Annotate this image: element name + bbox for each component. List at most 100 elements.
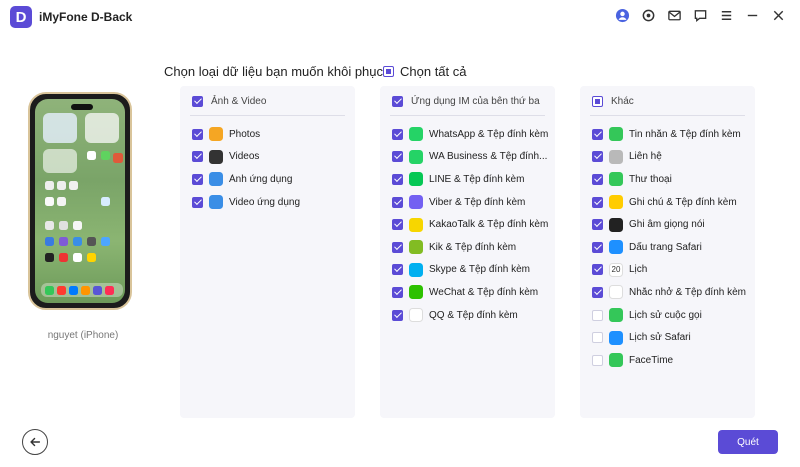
scan-button[interactable]: Quét [718, 430, 778, 454]
item-checkbox[interactable] [592, 219, 603, 231]
list-item[interactable]: LINE & Tệp đính kèm [392, 168, 551, 191]
voicemail-icon [609, 172, 623, 187]
mail-icon[interactable] [667, 8, 682, 23]
item-checkbox[interactable] [592, 309, 603, 321]
wa-business-icon [409, 149, 423, 164]
list-item[interactable]: Liên hệ [592, 146, 751, 169]
panel-checkbox[interactable] [592, 96, 603, 107]
item-checkbox[interactable] [392, 151, 403, 163]
item-checkbox[interactable] [592, 128, 603, 140]
account-icon[interactable] [615, 8, 630, 23]
item-checkbox[interactable] [392, 196, 403, 208]
list-item[interactable]: 20 Lịch [592, 259, 751, 282]
item-checkbox[interactable] [592, 151, 603, 163]
select-all-checkbox[interactable]: Chọn tất cả [383, 64, 467, 79]
list-item[interactable]: Kik & Tệp đính kèm [392, 236, 551, 259]
item-label: WeChat & Tệp đính kèm [429, 286, 539, 298]
page-title: Chọn loại dữ liệu bạn muốn khôi phục. [164, 64, 387, 79]
list-item[interactable]: FaceTime [592, 349, 751, 372]
list-item[interactable]: Ghi chú & Tệp đính kèm [592, 191, 751, 214]
list-item[interactable]: Lịch sử cuộc gọi [592, 304, 751, 327]
panel-photos-videos: Ảnh & Video Photos Videos Ảnh ứng dụng Vide… [180, 86, 355, 418]
panel-header[interactable]: Ứng dụng IM của bên thứ ba [392, 96, 540, 107]
list-item[interactable]: WhatsApp & Tệp đính kèm [392, 123, 551, 146]
panel-title: Khác [611, 96, 634, 107]
app-videos-icon [209, 195, 223, 210]
panel-other: Khác Tin nhắn & Tệp đính kèm Liên hệ Thư t… [580, 86, 755, 418]
qq-icon [409, 308, 423, 323]
select-all-label: Chọn tất cả [400, 64, 467, 79]
item-checkbox[interactable] [592, 264, 603, 276]
item-checkbox[interactable] [392, 128, 403, 140]
call-history-icon [609, 308, 623, 323]
safari-bookmarks-icon [609, 240, 623, 255]
panel-checkbox[interactable] [392, 96, 403, 107]
item-checkbox[interactable] [592, 241, 603, 253]
whatsapp-icon [409, 127, 423, 142]
close-icon[interactable] [771, 8, 786, 23]
panel-items: WhatsApp & Tệp đính kèm WA Business & Tệp… [392, 123, 551, 326]
item-label: KakaoTalk & Tệp đính kèm [429, 219, 549, 231]
list-item[interactable]: Ảnh ứng dụng [192, 168, 351, 191]
messages-icon [609, 127, 623, 142]
item-label: Ghi chú & Tệp đính kèm [629, 196, 737, 208]
panel-items: Tin nhắn & Tệp đính kèm Liên hệ Thư thoại G… [592, 123, 751, 372]
line-icon [409, 172, 423, 187]
list-item[interactable]: WeChat & Tệp đính kèm [392, 281, 551, 304]
item-checkbox[interactable] [392, 309, 403, 321]
list-item[interactable]: Photos [192, 123, 351, 146]
wechat-icon [409, 285, 423, 300]
list-item[interactable]: WA Business & Tệp đính... [392, 146, 551, 169]
list-item[interactable]: Ghi âm giọng nói [592, 213, 751, 236]
item-checkbox[interactable] [392, 173, 403, 185]
item-label: Video ứng dụng [229, 196, 301, 208]
safari-history-icon [609, 330, 623, 345]
panel-checkbox[interactable] [192, 96, 203, 107]
select-all-check[interactable] [383, 66, 394, 77]
item-checkbox[interactable] [392, 219, 403, 231]
item-checkbox[interactable] [592, 332, 603, 344]
settings-icon[interactable] [641, 8, 656, 23]
item-label: Dấu trang Safari [629, 241, 702, 253]
menu-icon[interactable] [719, 8, 734, 23]
kik-icon [409, 240, 423, 255]
item-label: Ảnh ứng dụng [229, 173, 293, 185]
feedback-icon[interactable] [693, 8, 708, 23]
item-checkbox[interactable] [192, 173, 203, 185]
list-item[interactable]: Viber & Tệp đính kèm [392, 191, 551, 214]
contacts-icon [609, 149, 623, 164]
item-label: LINE & Tệp đính kèm [429, 173, 525, 185]
item-checkbox[interactable] [392, 264, 403, 276]
back-arrow-icon [30, 437, 41, 447]
list-item[interactable]: Lịch sử Safari [592, 326, 751, 349]
item-checkbox[interactable] [192, 128, 203, 140]
panel-title: Ảnh & Video [211, 96, 267, 107]
item-checkbox[interactable] [192, 151, 203, 163]
item-checkbox[interactable] [592, 286, 603, 298]
item-label: Liên hệ [629, 151, 662, 163]
item-label: Lịch sử cuộc gọi [629, 309, 702, 321]
minimize-icon[interactable] [745, 8, 760, 23]
list-item[interactable]: Video ứng dụng [192, 191, 351, 214]
list-item[interactable]: Videos [192, 146, 351, 169]
item-label: Kik & Tệp đính kèm [429, 241, 517, 253]
list-item[interactable]: Tin nhắn & Tệp đính kèm [592, 123, 751, 146]
item-checkbox[interactable] [392, 241, 403, 253]
list-item[interactable]: Thư thoại [592, 168, 751, 191]
list-item[interactable]: Dấu trang Safari [592, 236, 751, 259]
item-checkbox[interactable] [192, 196, 203, 208]
panel-header[interactable]: Ảnh & Video [192, 96, 266, 107]
list-item[interactable]: Nhắc nhở & Tệp đính kèm [592, 281, 751, 304]
item-checkbox[interactable] [592, 173, 603, 185]
panel-header[interactable]: Khác [592, 96, 634, 107]
item-checkbox[interactable] [592, 354, 603, 366]
reminders-icon [609, 285, 623, 300]
skype-icon [409, 262, 423, 277]
item-checkbox[interactable] [392, 286, 403, 298]
list-item[interactable]: KakaoTalk & Tệp đính kèm [392, 213, 551, 236]
item-checkbox[interactable] [592, 196, 603, 208]
list-item[interactable]: Skype & Tệp đính kèm [392, 259, 551, 282]
list-item[interactable]: QQ & Tệp đính kèm [392, 304, 551, 327]
item-label: Viber & Tệp đính kèm [429, 196, 526, 208]
back-button[interactable] [22, 429, 48, 455]
